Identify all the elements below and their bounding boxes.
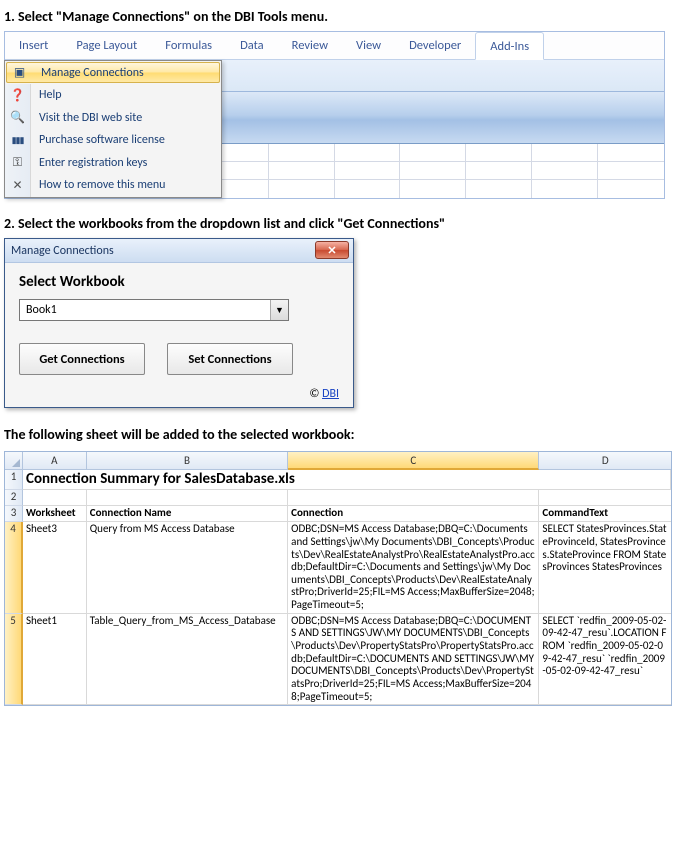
step1-text: 1. Select "Manage Connections" on the DB… — [4, 8, 674, 25]
copyright: © — [309, 387, 322, 401]
tab-developer[interactable]: Developer — [395, 32, 475, 59]
tab-formulas[interactable]: Formulas — [151, 32, 226, 59]
ribbon-body: DBI Tools ▾ — [5, 60, 664, 92]
cell[interactable] — [539, 490, 671, 506]
get-connections-button[interactable]: Get Connections — [19, 343, 145, 375]
hdr-connection[interactable]: Connection — [288, 506, 539, 522]
cell-worksheet[interactable]: Sheet1 — [23, 614, 87, 705]
cell-connection[interactable]: ODBC;DSN=MS Access Database;DBQ=C:\DOCUM… — [288, 614, 539, 705]
col-header-a[interactable]: A — [23, 452, 87, 470]
dialog-titlebar: Manage Connections ✕ — [5, 239, 353, 263]
tab-review[interactable]: Review — [278, 32, 342, 59]
result-grid: A B C D 1 Connection Summary for SalesDa… — [4, 451, 672, 706]
row-header-2[interactable]: 2 — [5, 490, 23, 506]
row-header-3[interactable]: 3 — [5, 506, 23, 522]
cell[interactable] — [23, 490, 87, 506]
close-button[interactable]: ✕ — [315, 241, 349, 259]
manage-connections-dialog: Manage Connections ✕ Select Workbook Boo… — [4, 238, 354, 408]
cell-commandtext[interactable]: SELECT `redfin_2009-05-02-09-42-47_resu`… — [539, 614, 671, 705]
step2-text: 2. Select the workbooks from the dropdow… — [4, 215, 674, 232]
close-icon: ✕ — [327, 244, 336, 257]
cell[interactable] — [87, 490, 288, 506]
tab-data[interactable]: Data — [226, 32, 278, 59]
dropdown-arrow-icon: ▾ — [69, 69, 74, 80]
spreadsheet-preview — [5, 144, 664, 198]
tab-view[interactable]: View — [342, 32, 395, 59]
select-workbook-label: Select Workbook — [19, 273, 339, 291]
cell-connection[interactable]: ODBC;DSN=MS Access Database;DBQ=C:\Docum… — [288, 522, 539, 613]
col-header-c[interactable]: C — [288, 452, 539, 470]
cell-connection-name[interactable]: Query from MS Access Database — [87, 522, 288, 613]
workbook-dropdown[interactable]: Book1 ▼ — [19, 299, 289, 321]
col-header-b[interactable]: B — [87, 452, 288, 470]
dialog-title: Manage Connections — [11, 244, 114, 258]
chevron-down-icon: ▼ — [270, 300, 288, 320]
ribbon-lower-strip — [5, 92, 664, 144]
dbi-tools-button[interactable]: DBI Tools ▾ — [11, 64, 82, 84]
col-header-d[interactable]: D — [539, 452, 671, 470]
dialog-footer: © DBI — [19, 387, 339, 401]
set-connections-button[interactable]: Set Connections — [167, 343, 293, 375]
tab-page-layout[interactable]: Page Layout — [62, 32, 151, 59]
hdr-commandtext[interactable]: CommandText — [539, 506, 671, 522]
cell[interactable] — [288, 490, 539, 506]
tab-insert[interactable]: Insert — [5, 32, 62, 59]
workbook-value: Book1 — [20, 303, 270, 317]
dbi-link[interactable]: DBI — [322, 387, 339, 401]
cell-connection-name[interactable]: Table_Query_from_MS_Access_Database — [87, 614, 288, 705]
dbi-tools-label: DBI Tools — [20, 67, 65, 81]
ribbon-tabs: Insert Page Layout Formulas Data Review … — [5, 32, 664, 60]
cell-worksheet[interactable]: Sheet3 — [23, 522, 87, 613]
ribbon: Insert Page Layout Formulas Data Review … — [4, 31, 665, 199]
row-header-5[interactable]: 5 — [5, 614, 23, 705]
result-intro: The following sheet will be added to the… — [4, 426, 674, 443]
hdr-worksheet[interactable]: Worksheet — [23, 506, 87, 522]
select-all-corner[interactable] — [5, 452, 23, 470]
row-header-4[interactable]: 4 — [5, 522, 23, 613]
cell-commandtext[interactable]: SELECT StatesProvinces.StateProvinceId, … — [539, 522, 671, 613]
tab-add-ins[interactable]: Add-Ins — [475, 32, 544, 60]
row-header-1[interactable]: 1 — [5, 470, 23, 490]
summary-title: Connection Summary for SalesDatabase.xls — [23, 470, 671, 490]
hdr-connection-name[interactable]: Connection Name — [87, 506, 288, 522]
